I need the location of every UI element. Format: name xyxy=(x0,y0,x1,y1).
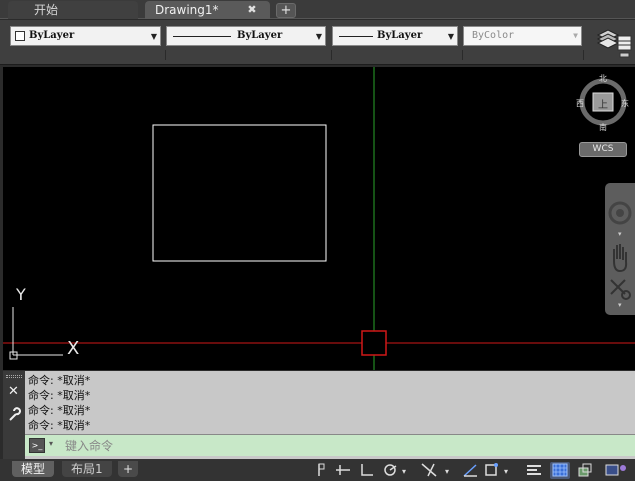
toolbar-divider xyxy=(462,50,463,60)
linetype-value: ByLayer xyxy=(237,30,283,41)
chevron-down-icon: ▼ xyxy=(447,31,454,41)
crosshair-pickbox xyxy=(361,330,387,356)
close-icon[interactable]: ✕ xyxy=(8,384,19,399)
command-prompt-icon[interactable]: >_ xyxy=(29,438,45,453)
file-tab-bar: 开始 Drawing1* ✖ + xyxy=(0,0,635,19)
tab-model[interactable]: 模型 xyxy=(12,461,55,477)
properties-toolbar: ByLayer ▼ ByLayer ▼ ByLayer ▼ ByColor ▼ xyxy=(0,20,635,65)
svg-text:▾: ▾ xyxy=(504,467,508,476)
command-line-window: ✕ 命令: *取消* 命令: *取消* 命令: *取消* 命令: *取消* >_… xyxy=(3,371,635,459)
toolbar-divider xyxy=(331,50,332,60)
navigation-bar: ▾ ▾ xyxy=(605,183,635,315)
ortho-mode-icon[interactable] xyxy=(357,462,377,479)
wrench-icon[interactable] xyxy=(7,406,21,422)
lineweight-display-icon[interactable] xyxy=(524,462,544,479)
steering-wheel-icon xyxy=(608,201,632,225)
lineweight-sample xyxy=(339,36,373,37)
command-history: 命令: *取消* 命令: *取消* 命令: *取消* 命令: *取消* xyxy=(28,373,90,433)
chevron-down-icon: ▾ xyxy=(618,230,622,238)
compass-west: 西 xyxy=(576,99,584,108)
compass-south: 南 xyxy=(599,123,607,132)
selection-cycling-icon[interactable] xyxy=(575,462,595,479)
wcs-menu-button[interactable]: WCS xyxy=(579,142,627,157)
polar-tracking-icon[interactable] xyxy=(333,462,353,479)
tab-start[interactable]: 开始 xyxy=(8,1,138,19)
viewcube[interactable]: 北 南 东 西 上 xyxy=(576,73,630,132)
tab-start-label: 开始 xyxy=(34,3,59,17)
chevron-down-icon: ▼ xyxy=(150,31,157,41)
zoom-extents-icon xyxy=(610,279,631,300)
command-line-handle[interactable]: ✕ xyxy=(3,371,25,459)
close-tab-icon[interactable]: ✖ xyxy=(243,1,261,19)
history-line: 命令: *取消* xyxy=(28,374,91,387)
status-bar: 模型 布局1 + ▾ ▾ ▾ xyxy=(0,459,635,481)
history-line: 命令: *取消* xyxy=(28,389,91,402)
add-layout-button[interactable]: + xyxy=(118,461,138,477)
polar-angle-icon[interactable]: ▾ xyxy=(380,462,410,479)
object-snap-tracking-icon[interactable] xyxy=(460,462,480,479)
plotstyle-dropdown[interactable]: ByColor ▼ xyxy=(463,26,582,46)
new-tab-button[interactable]: + xyxy=(276,3,296,18)
model-space xyxy=(3,67,635,370)
chevron-down-icon: ▼ xyxy=(315,31,322,41)
chevron-down-icon[interactable]: ▾ xyxy=(49,439,53,448)
chevron-down-icon: ▾ xyxy=(618,301,622,309)
table-icon xyxy=(617,35,632,58)
tab-drawing1-label: Drawing1* xyxy=(155,3,219,17)
grip-icon[interactable] xyxy=(6,375,22,378)
isodraft-icon[interactable]: ▾ xyxy=(418,462,454,479)
rectangle-entity xyxy=(152,124,327,262)
svg-text:▾: ▾ xyxy=(445,467,449,476)
command-input[interactable] xyxy=(65,437,585,455)
compass-east: 东 xyxy=(621,99,629,108)
color-swatch xyxy=(15,31,25,41)
transparency-icon[interactable] xyxy=(550,462,570,479)
linetype-dropdown[interactable]: ByLayer ▼ xyxy=(166,26,326,46)
compass-north: 北 xyxy=(599,74,607,83)
pan-hand-icon xyxy=(613,244,628,273)
command-input-bar: >_ ▾ xyxy=(25,434,635,456)
tab-layout1[interactable]: 布局1 xyxy=(62,461,112,477)
toolbar-divider xyxy=(583,50,584,60)
color-value: ByLayer xyxy=(29,30,75,41)
svg-text:▾: ▾ xyxy=(402,467,406,476)
match-properties-button[interactable] xyxy=(616,32,634,68)
snap-mode-icon[interactable] xyxy=(311,462,331,479)
color-dropdown[interactable]: ByLayer ▼ xyxy=(10,26,161,46)
toolbar-divider xyxy=(165,50,166,60)
object-snap-icon[interactable]: ▾ xyxy=(483,462,513,479)
linetype-sample xyxy=(173,36,231,37)
history-line: 命令: *取消* xyxy=(28,419,91,432)
lineweight-dropdown[interactable]: ByLayer ▼ xyxy=(332,26,458,46)
chevron-down-icon: ▼ xyxy=(573,31,578,40)
plotstyle-value: ByColor xyxy=(472,30,515,41)
history-line: 命令: *取消* xyxy=(28,404,91,417)
ucs-y-label: Y xyxy=(16,285,26,304)
viewcube-top-face[interactable]: 上 xyxy=(598,96,608,111)
ucs-x-label: X xyxy=(67,338,80,359)
lineweight-value: ByLayer xyxy=(377,30,423,41)
annotation-monitor-icon[interactable] xyxy=(603,462,631,479)
drawing-canvas[interactable]: Y X xyxy=(3,67,635,370)
